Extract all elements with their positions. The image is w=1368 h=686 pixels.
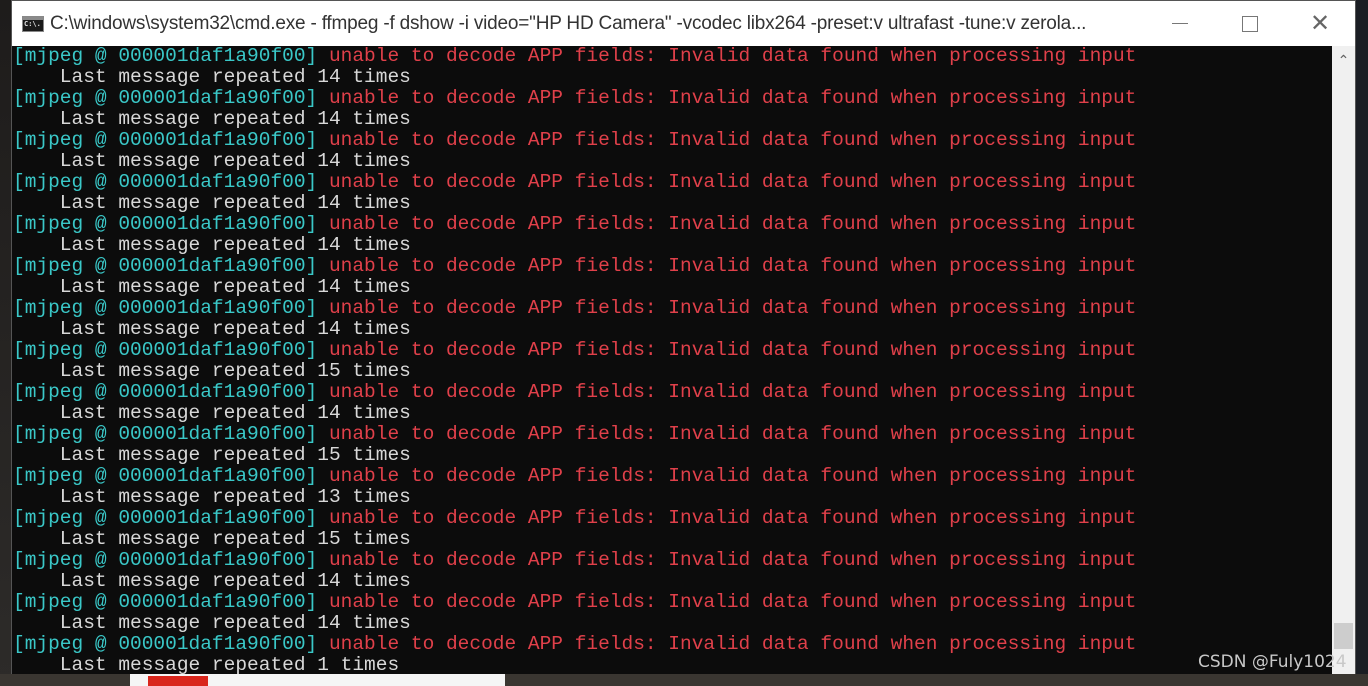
log-message: unable to decode APP fields: Invalid dat…	[317, 129, 1137, 151]
log-line-error: [mjpeg @ 000001daf1a90f00] unable to dec…	[12, 298, 1332, 319]
log-line-error: [mjpeg @ 000001daf1a90f00] unable to dec…	[12, 592, 1332, 613]
log-line-error: [mjpeg @ 000001daf1a90f00] unable to dec…	[12, 340, 1332, 361]
log-line-error: [mjpeg @ 000001daf1a90f00] unable to dec…	[12, 634, 1332, 655]
background-window-strip	[0, 674, 1368, 686]
log-message: unable to decode APP fields: Invalid dat…	[317, 213, 1137, 235]
log-tag: [mjpeg @ 000001daf1a90f00]	[13, 171, 318, 193]
log-message: unable to decode APP fields: Invalid dat…	[317, 507, 1137, 529]
log-line-error: [mjpeg @ 000001daf1a90f00] unable to dec…	[12, 256, 1332, 277]
log-line-repeat: Last message repeated 15 times	[13, 528, 411, 550]
log-message: unable to decode APP fields: Invalid dat…	[317, 381, 1137, 403]
log-line-repeat: Last message repeated 14 times	[13, 108, 411, 130]
log-message: unable to decode APP fields: Invalid dat…	[317, 46, 1137, 67]
log-line-repeat: Last message repeated 14 times	[13, 570, 411, 592]
log-line-repeat: Last message repeated 1 times	[13, 654, 400, 675]
log-message: unable to decode APP fields: Invalid dat…	[317, 591, 1137, 613]
log-line-repeat: Last message repeated 15 times	[13, 360, 411, 382]
minimize-button[interactable]	[1145, 1, 1215, 46]
watermark: CSDN @Fuly1024	[1198, 652, 1347, 672]
maximize-icon	[1242, 15, 1258, 32]
close-icon: ✕	[1309, 10, 1331, 37]
title-bar[interactable]: C:\windows\system32\cmd.exe - ffmpeg -f …	[12, 1, 1355, 46]
log-line-error: [mjpeg @ 000001daf1a90f00] unable to dec…	[12, 424, 1332, 445]
log-tag: [mjpeg @ 000001daf1a90f00]	[13, 339, 318, 361]
cmd-window: C:\windows\system32\cmd.exe - ffmpeg -f …	[11, 0, 1356, 674]
log-line-error: [mjpeg @ 000001daf1a90f00] unable to dec…	[12, 172, 1332, 193]
log-line-repeat: Last message repeated 14 times	[13, 318, 411, 340]
vertical-scrollbar[interactable]: ⌃	[1332, 46, 1355, 674]
log-tag: [mjpeg @ 000001daf1a90f00]	[13, 591, 318, 613]
log-message: unable to decode APP fields: Invalid dat…	[317, 87, 1137, 109]
log-line-repeat: Last message repeated 14 times	[13, 402, 411, 424]
log-line-error: [mjpeg @ 000001daf1a90f00] unable to dec…	[12, 508, 1332, 529]
background-thumbnail	[148, 676, 208, 686]
log-tag: [mjpeg @ 000001daf1a90f00]	[13, 87, 318, 109]
log-message: unable to decode APP fields: Invalid dat…	[317, 255, 1137, 277]
log-message: unable to decode APP fields: Invalid dat…	[317, 549, 1137, 571]
log-tag: [mjpeg @ 000001daf1a90f00]	[13, 507, 318, 529]
log-line-repeat: Last message repeated 14 times	[13, 612, 411, 634]
window-controls: ✕	[1145, 1, 1355, 46]
log-message: unable to decode APP fields: Invalid dat…	[317, 171, 1137, 193]
log-message: unable to decode APP fields: Invalid dat…	[317, 339, 1137, 361]
log-line-error: [mjpeg @ 000001daf1a90f00] unable to dec…	[12, 550, 1332, 571]
log-tag: [mjpeg @ 000001daf1a90f00]	[13, 129, 318, 151]
log-line-repeat: Last message repeated 13 times	[13, 486, 411, 508]
log-line-repeat: Last message repeated 14 times	[13, 150, 411, 172]
chevron-up-icon: ⌃	[1337, 51, 1350, 68]
window-title: C:\windows\system32\cmd.exe - ffmpeg -f …	[50, 12, 1087, 34]
log-tag: [mjpeg @ 000001daf1a90f00]	[13, 297, 318, 319]
log-line-repeat: Last message repeated 15 times	[13, 444, 411, 466]
log-message: unable to decode APP fields: Invalid dat…	[317, 465, 1137, 487]
cmd-icon	[22, 15, 44, 32]
maximize-button[interactable]	[1215, 1, 1285, 46]
log-tag: [mjpeg @ 000001daf1a90f00]	[13, 633, 318, 655]
console-output[interactable]: [mjpeg @ 000001daf1a90f00] unable to dec…	[12, 46, 1332, 674]
scroll-up-button[interactable]: ⌃	[1332, 50, 1355, 70]
log-line-repeat: Last message repeated 14 times	[13, 192, 411, 214]
log-line-error: [mjpeg @ 000001daf1a90f00] unable to dec…	[12, 466, 1332, 487]
log-line-error: [mjpeg @ 000001daf1a90f00] unable to dec…	[12, 214, 1332, 235]
log-tag: [mjpeg @ 000001daf1a90f00]	[13, 255, 318, 277]
log-line-error: [mjpeg @ 000001daf1a90f00] unable to dec…	[12, 88, 1332, 109]
log-tag: [mjpeg @ 000001daf1a90f00]	[13, 465, 318, 487]
log-tag: [mjpeg @ 000001daf1a90f00]	[13, 381, 318, 403]
log-message: unable to decode APP fields: Invalid dat…	[317, 633, 1137, 655]
log-tag: [mjpeg @ 000001daf1a90f00]	[13, 213, 318, 235]
minimize-icon	[1172, 23, 1188, 24]
desktop-background-right	[1356, 0, 1368, 686]
log-message: unable to decode APP fields: Invalid dat…	[317, 297, 1137, 319]
close-button[interactable]: ✕	[1285, 1, 1355, 46]
log-line-error: [mjpeg @ 000001daf1a90f00] unable to dec…	[12, 130, 1332, 151]
log-line-repeat: Last message repeated 14 times	[13, 66, 411, 88]
log-tag: [mjpeg @ 000001daf1a90f00]	[13, 46, 318, 67]
log-message: unable to decode APP fields: Invalid dat…	[317, 423, 1137, 445]
log-line-error: [mjpeg @ 000001daf1a90f00] unable to dec…	[12, 46, 1332, 67]
log-line-repeat: Last message repeated 14 times	[13, 276, 411, 298]
log-line-repeat: Last message repeated 14 times	[13, 234, 411, 256]
log-line-error: [mjpeg @ 000001daf1a90f00] unable to dec…	[12, 382, 1332, 403]
log-tag: [mjpeg @ 000001daf1a90f00]	[13, 423, 318, 445]
log-tag: [mjpeg @ 000001daf1a90f00]	[13, 549, 318, 571]
scroll-thumb[interactable]	[1334, 623, 1353, 649]
